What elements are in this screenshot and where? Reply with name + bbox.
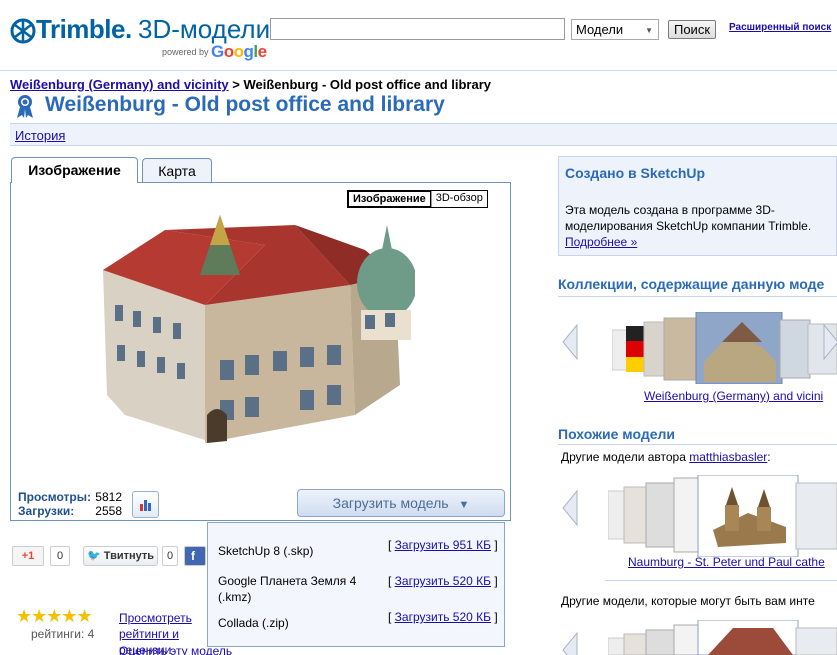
collection-thumbnails[interactable] (612, 312, 837, 384)
history-bar: История (10, 123, 837, 146)
section-divider (558, 296, 837, 297)
author-link[interactable]: matthiasbasler (689, 450, 767, 464)
breadcrumb-parent-link[interactable]: Weißenburg (Germany) and vicinity (10, 77, 229, 92)
toggle-3d-button[interactable]: 3D-обзор (430, 191, 487, 207)
downloads-label: Загрузки: (18, 504, 75, 518)
collections-title: Коллекции, содержащие данную моде (558, 276, 825, 292)
google-plus-button[interactable]: +1 (12, 546, 44, 566)
page-title: Weißenburg - Old post office and library (45, 93, 445, 116)
author-model-caption: Naumburg - St. Peter und Paul cathe (628, 555, 825, 569)
google-logo: Google (211, 42, 267, 61)
header-divider (0, 70, 837, 71)
twitter-bird-icon: 🐦 (87, 550, 101, 562)
download-link-wrapper: [ Загрузить 520 КБ ] (388, 610, 498, 624)
carousel-prev-icon[interactable] (561, 323, 579, 361)
author-model-link[interactable]: Naumburg - St. Peter und Paul cathe (628, 555, 825, 569)
model-preview-image (103, 215, 415, 443)
search-scope-value: Модели (576, 22, 624, 37)
product-name: 3D-модели (138, 14, 271, 44)
tweet-button[interactable]: 🐦 Твитнуть (83, 546, 158, 566)
breadcrumb: Weißenburg (Germany) and vicinity > Weiß… (10, 77, 491, 92)
downloads-value: 2558 (95, 504, 122, 518)
search-input[interactable] (270, 18, 565, 40)
download-format: Google Планета Земля 4 (.kmz) (218, 574, 357, 604)
download-button-label: Загрузить модель (332, 495, 449, 511)
advanced-search-link[interactable]: Расширенный поиск (729, 22, 831, 33)
download-link[interactable]: Загрузить 951 КБ (395, 538, 491, 552)
stats-chart-button[interactable] (132, 491, 159, 518)
tweet-label: Твитнуть (103, 550, 155, 562)
download-link-wrapper: [ Загрузить 951 КБ ] (388, 538, 498, 552)
chevron-down-icon: ▼ (645, 26, 653, 35)
interest-thumbnails[interactable] (608, 620, 837, 655)
download-link[interactable]: Загрузить 520 КБ (395, 610, 491, 624)
interest-models-text: Другие модели, которые могут быть вам ин… (561, 594, 815, 608)
download-format: Collada (.zip) (218, 616, 289, 630)
carousel-next-icon[interactable] (822, 323, 837, 361)
facebook-button[interactable]: f (184, 546, 206, 566)
similar-models-title: Похожие модели (558, 426, 675, 442)
sketchup-box-text: Эта модель создана в программе 3D-модели… (565, 202, 837, 250)
sketchup-description: Эта модель создана в программе 3D-модели… (565, 203, 812, 233)
carousel-prev-icon[interactable] (561, 489, 579, 527)
bar-chart-icon (140, 500, 151, 511)
download-format: SketchUp 8 (.skp) (218, 544, 314, 558)
author-models-line: Другие модели автора matthiasbasler: (561, 450, 771, 464)
author-thumbnails[interactable] (608, 475, 837, 557)
download-link-wrapper: [ Загрузить 520 КБ ] (388, 574, 498, 588)
views-label: Просмотры: (18, 490, 92, 504)
powered-by-text: powered by (162, 47, 209, 57)
sketchup-more-link[interactable]: Подробнее » (565, 235, 637, 249)
views-value: 5812 (95, 490, 122, 504)
section-divider (558, 444, 837, 445)
author-prefix: Другие модели автора (561, 450, 686, 464)
trimble-logo[interactable] (10, 15, 36, 47)
breadcrumb-separator: > (232, 77, 240, 92)
tweet-count: 0 (162, 546, 178, 566)
sketchup-info-box: Создано в SketchUp Эта модель создана в … (558, 156, 837, 256)
brand-name: Trimble. (36, 14, 132, 44)
google-plus-count: 0 (50, 546, 70, 566)
tab-image[interactable]: Изображение (11, 157, 138, 183)
download-link[interactable]: Загрузить 520 КБ (395, 574, 491, 588)
dropdown-arrow-icon: ▼ (458, 499, 470, 511)
download-model-button[interactable]: Загрузить модель ▼ (297, 489, 505, 517)
collection-link[interactable]: Weißenburg (Germany) and vicini (644, 389, 823, 403)
tab-map[interactable]: Карта (142, 158, 212, 183)
author-suffix: : (767, 450, 771, 464)
breadcrumb-current: Weißenburg - Old post office and library (243, 77, 491, 92)
award-ribbon-icon (13, 93, 39, 119)
sketchup-box-title: Создано в SketchUp (565, 165, 706, 181)
view-stats: Просмотры: 5812 Загрузки: 2558 (18, 490, 122, 518)
rating-stars: ★★★★★ (16, 606, 93, 626)
carousel-prev-icon[interactable] (561, 631, 579, 655)
history-link[interactable]: История (15, 128, 65, 143)
download-options-panel: SketchUp 8 (.skp) [ Загрузить 951 КБ ] G… (207, 522, 505, 647)
ratings-count: рейтинги: 4 (31, 627, 95, 641)
search-scope-select[interactable]: Модели ▼ (571, 19, 659, 40)
search-button[interactable]: Поиск (668, 20, 716, 39)
section-divider (605, 580, 837, 581)
collection-caption: Weißenburg (Germany) and vicini (644, 389, 823, 403)
trimble-globe-icon (10, 18, 36, 44)
